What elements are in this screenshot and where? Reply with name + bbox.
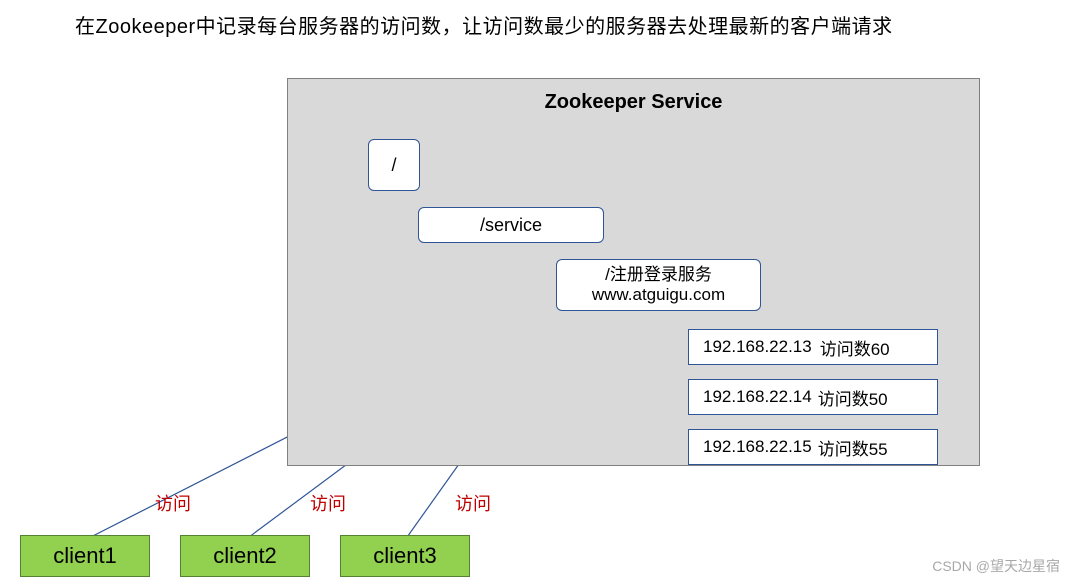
panel-title: Zookeeper Service: [288, 91, 979, 114]
client-box-2: client2: [180, 535, 310, 577]
znode-service-label: /service: [480, 215, 542, 236]
zookeeper-service-panel: Zookeeper Service / /service /注册登录服务 www…: [287, 78, 980, 466]
server-ip: 192.168.22.13: [703, 337, 812, 357]
access-label-1: 访问: [155, 490, 191, 516]
znode-root: /: [368, 139, 420, 191]
server-visits: 访问数55: [818, 435, 888, 460]
server-node-3: 192.168.22.15 访问数55: [688, 429, 938, 465]
server-visits: 访问数50: [818, 385, 888, 410]
access-label-2: 访问: [310, 490, 346, 516]
client-box-3: client3: [340, 535, 470, 577]
server-node-1: 192.168.22.13 访问数60: [688, 329, 938, 365]
znode-register-line2: www.atguigu.com: [592, 285, 725, 305]
znode-root-label: /: [391, 155, 396, 176]
client-label: client2: [213, 543, 277, 569]
server-visits: 访问数60: [820, 335, 890, 360]
znode-register: /注册登录服务 www.atguigu.com: [556, 259, 761, 311]
server-ip: 192.168.22.14: [703, 387, 812, 407]
client-label: client1: [53, 543, 117, 569]
client-box-1: client1: [20, 535, 150, 577]
server-node-2: 192.168.22.14 访问数50: [688, 379, 938, 415]
client-label: client3: [373, 543, 437, 569]
diagram-caption: 在Zookeeper中记录每台服务器的访问数，让访问数最少的服务器去处理最新的客…: [75, 10, 893, 39]
znode-service: /service: [418, 207, 604, 243]
access-label-3: 访问: [455, 490, 491, 516]
server-ip: 192.168.22.15: [703, 437, 812, 457]
znode-register-line1: /注册登录服务: [605, 265, 712, 285]
watermark: CSDN @望天边星宿: [932, 556, 1060, 576]
